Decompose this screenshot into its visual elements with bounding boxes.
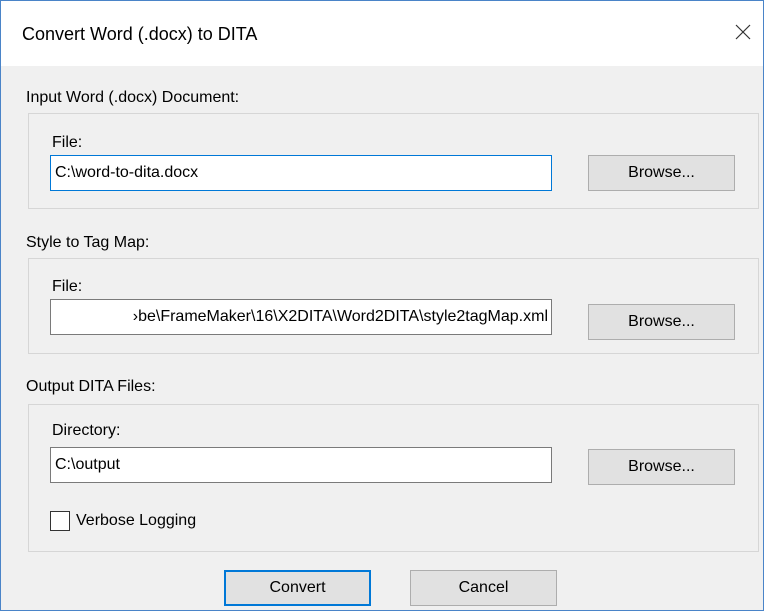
style-map-file-field[interactable] (50, 299, 552, 335)
input-file-field[interactable] (50, 155, 552, 191)
cancel-button[interactable]: Cancel (410, 570, 557, 606)
style-map-section-label: Style to Tag Map: (26, 234, 150, 251)
close-button[interactable] (723, 11, 763, 51)
title-bar: Convert Word (.docx) to DITA (1, 1, 763, 66)
verbose-logging-label: Verbose Logging (76, 512, 197, 529)
input-document-group: File: Browse... (28, 113, 759, 209)
input-document-section-label: Input Word (.docx) Document: (26, 89, 240, 106)
verbose-logging-checkbox[interactable] (50, 511, 70, 531)
output-browse-button[interactable]: Browse... (588, 449, 735, 485)
convert-button[interactable]: Convert (224, 570, 371, 606)
output-group: Directory: Browse... Verbose Logging (28, 404, 759, 552)
close-icon (735, 24, 751, 40)
output-directory-label: Directory: (52, 422, 121, 439)
input-browse-button[interactable]: Browse... (588, 155, 735, 191)
output-section-label: Output DITA Files: (26, 378, 156, 395)
dialog-title: Convert Word (.docx) to DITA (22, 24, 258, 44)
convert-dialog: Convert Word (.docx) to DITA Input Word … (0, 0, 764, 611)
output-directory-field[interactable] (50, 447, 552, 483)
style-map-group: File: Browse... (28, 258, 759, 354)
style-map-browse-button[interactable]: Browse... (588, 304, 735, 340)
input-file-label: File: (52, 134, 83, 151)
style-map-file-label: File: (52, 278, 83, 295)
